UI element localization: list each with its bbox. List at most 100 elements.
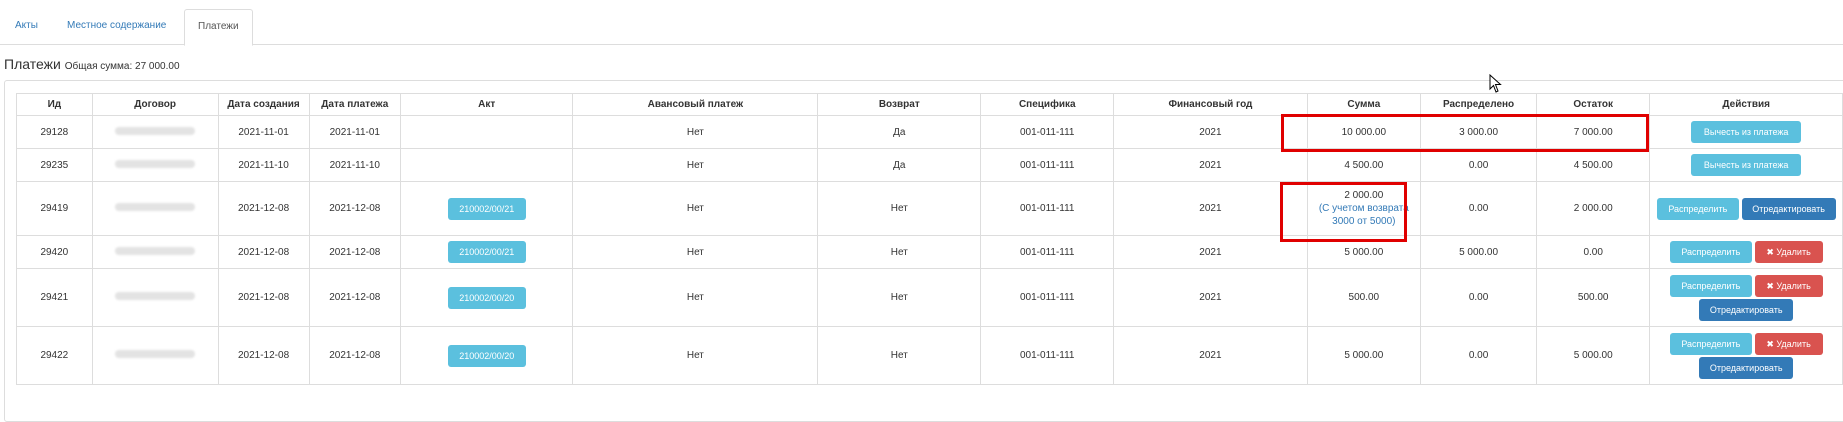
cell-id: 29420	[16, 235, 93, 269]
delete-button[interactable]: ✖ Удалить	[1754, 274, 1823, 297]
deduct-button[interactable]: Вычесть из платежа	[1691, 154, 1802, 176]
edit-button[interactable]: Отредактировать	[1741, 197, 1836, 220]
header-actions: Действия	[1649, 93, 1843, 116]
cell-sum: 4 500.00	[1306, 148, 1422, 182]
cell-sum: 10 000.00	[1306, 115, 1422, 149]
redacted-contract	[115, 126, 196, 135]
table-row: 29419 2021-12-08 2021-12-08 210002/00/21…	[16, 181, 1843, 236]
cell-year: 2021	[1113, 181, 1308, 236]
cell-actions: Распределить ✖ Удалить Отредактировать	[1649, 268, 1843, 327]
cell-created: 2021-11-10	[217, 148, 310, 182]
cell-created: 2021-12-08	[217, 326, 310, 385]
cell-created: 2021-12-08	[217, 268, 310, 327]
tab-acts[interactable]: Акты	[15, 9, 38, 43]
payments-table: Ид Договор Дата создания Дата платежа Ак…	[16, 93, 1843, 385]
cell-distributed: 5 000.00	[1420, 235, 1538, 269]
mouse-cursor-icon	[1489, 74, 1502, 93]
header-year: Финансовый год	[1113, 93, 1308, 116]
cell-sum: 2 000.00 (С учетом возврата 3000 от 5000…	[1306, 181, 1422, 236]
cell-contract	[91, 181, 219, 236]
page-title: Платежи Общая сумма: 27 000.00	[4, 56, 180, 72]
delete-button[interactable]: ✖ Удалить	[1754, 332, 1823, 355]
cell-contract	[91, 326, 219, 385]
tab-local-content[interactable]: Местное содержание	[67, 9, 166, 43]
cell-refund: Нет	[817, 268, 982, 327]
total-amount: Общая сумма: 27 000.00	[64, 61, 180, 72]
cell-contract	[91, 115, 219, 149]
cell-year: 2021	[1113, 115, 1308, 149]
cell-spec: 001-011-111	[980, 115, 1115, 149]
header-refund: Возврат	[817, 93, 982, 116]
tab-payments[interactable]: Платежи	[184, 9, 253, 46]
cell-contract	[91, 235, 219, 269]
act-link-button[interactable]: 210002/00/21	[447, 241, 526, 263]
table-row: 29128 2021-11-01 2021-11-01 Нет Да 001-0…	[16, 115, 1843, 149]
cell-spec: 001-011-111	[980, 148, 1115, 182]
cell-refund: Нет	[817, 181, 982, 236]
act-link-button[interactable]: 210002/00/20	[447, 286, 526, 309]
cell-act	[400, 148, 574, 182]
edit-button[interactable]: Отредактировать	[1699, 298, 1794, 321]
edit-button[interactable]: Отредактировать	[1699, 356, 1794, 379]
cell-distributed: 3 000.00	[1420, 115, 1538, 149]
distribute-button[interactable]: Распределить	[1669, 332, 1752, 355]
header-remainder: Остаток	[1536, 93, 1651, 116]
cell-paid: 2021-12-08	[308, 181, 402, 236]
table-row: 29420 2021-12-08 2021-12-08 210002/00/21…	[16, 235, 1843, 269]
header-act: Акт	[400, 93, 574, 116]
cell-paid: 2021-11-01	[308, 115, 402, 149]
cell-act	[400, 115, 574, 149]
cell-spec: 001-011-111	[980, 268, 1115, 327]
cell-contract	[91, 148, 219, 182]
deduct-button[interactable]: Вычесть из платежа	[1691, 121, 1802, 143]
cell-id: 29128	[16, 115, 93, 149]
delete-button[interactable]: ✖ Удалить	[1754, 241, 1823, 263]
cell-created: 2021-12-08	[217, 235, 310, 269]
cell-actions: Вычесть из платежа	[1649, 148, 1843, 182]
cell-distributed: 0.00	[1420, 268, 1538, 327]
cell-paid: 2021-12-08	[308, 235, 402, 269]
cell-year: 2021	[1113, 326, 1308, 385]
cell-distributed: 0.00	[1420, 148, 1538, 182]
header-distributed: Распределено	[1420, 93, 1538, 116]
act-link-button[interactable]: 210002/00/20	[447, 344, 526, 367]
cell-remainder: 5 000.00	[1536, 326, 1651, 385]
act-link-button[interactable]: 210002/00/21	[447, 197, 526, 220]
distribute-button[interactable]: Распределить	[1656, 197, 1739, 220]
cell-spec: 001-011-111	[980, 326, 1115, 385]
cell-remainder: 7 000.00	[1536, 115, 1651, 149]
cell-remainder: 4 500.00	[1536, 148, 1651, 182]
cell-act: 210002/00/20	[400, 326, 574, 385]
delete-label: Удалить	[1776, 247, 1811, 257]
table-row: 29235 2021-11-10 2021-11-10 Нет Да 001-0…	[16, 148, 1843, 182]
cell-refund: Нет	[817, 326, 982, 385]
header-id: Ид	[16, 93, 93, 116]
tab-bar: Акты Местное содержание Платежи	[0, 9, 1843, 46]
cell-id: 29235	[16, 148, 93, 182]
cell-act: 210002/00/20	[400, 268, 574, 327]
redacted-contract	[115, 159, 196, 168]
header-sum: Сумма	[1306, 93, 1422, 116]
cell-distributed: 0.00	[1420, 181, 1538, 236]
cell-sum: 5 000.00	[1306, 326, 1422, 385]
close-icon: ✖	[1766, 280, 1777, 291]
redacted-contract	[115, 292, 196, 300]
cell-advance: Нет	[572, 235, 819, 269]
sum-value: 2 000.00	[1344, 190, 1384, 201]
cell-refund: Да	[817, 115, 982, 149]
distribute-button[interactable]: Распределить	[1669, 274, 1752, 297]
cell-spec: 001-011-111	[980, 181, 1115, 236]
cell-advance: Нет	[572, 148, 819, 182]
cell-sum: 500.00	[1306, 268, 1422, 327]
cell-spec: 001-011-111	[980, 235, 1115, 269]
cell-remainder: 0.00	[1536, 235, 1651, 269]
cell-paid: 2021-11-10	[308, 148, 402, 182]
delete-label: Удалить	[1776, 280, 1811, 291]
distribute-button[interactable]: Распределить	[1669, 241, 1752, 263]
cell-year: 2021	[1113, 268, 1308, 327]
header-spec: Специфика	[980, 93, 1115, 116]
header-created: Дата создания	[217, 93, 310, 116]
cell-year: 2021	[1113, 235, 1308, 269]
table-row: 29421 2021-12-08 2021-12-08 210002/00/20…	[16, 268, 1843, 327]
cell-year: 2021	[1113, 148, 1308, 182]
